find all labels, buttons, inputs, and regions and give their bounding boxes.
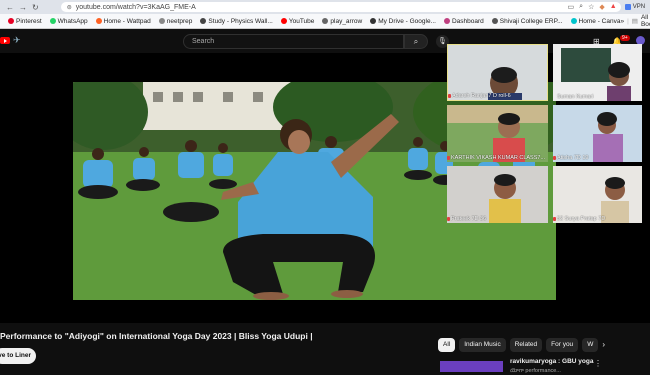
filter-chip[interactable]: Related [509,338,543,352]
install-icon[interactable]: ▭ [568,3,575,11]
all-bookmarks-button[interactable]: All Bookm [641,14,650,28]
bookmark-label: WhatsApp [57,17,88,25]
bookmark-icon [570,18,577,24]
bookmark-icon [95,18,102,24]
bookmark-icon [370,18,377,24]
extension-icon[interactable]: ◆ [599,3,604,11]
bookmark-icon [158,18,165,24]
mic-off-icon [447,217,450,221]
bookmark-item[interactable]: Home - Canva [570,17,621,25]
participant-name: Atisha 7D 19 [557,155,589,161]
related-filter-chips: All Indian Music Related For you W › [438,338,605,352]
divider: | [627,17,629,25]
participant-tile[interactable]: Suman Kumari [553,44,642,101]
bookmark-label: YouTube [288,17,315,25]
youtube-logo[interactable] [0,37,10,44]
bookmark-item[interactable]: Study - Physics Wall... [200,17,273,25]
participant-tile[interactable]: KARTHIK VIKASH KUMAR CLASS7... [447,105,548,162]
vpn-button[interactable]: VPN [624,4,645,10]
back-icon[interactable]: ← [6,3,14,12]
notification-badge: 9+ [620,35,630,41]
bookmark-icon [49,18,56,24]
participant-video [553,105,642,162]
video-title: Performance to "Adiyogi" on Internationa… [0,331,313,341]
bookmark-item[interactable]: play_arrow [322,18,362,25]
search-button[interactable]: ⌕ [404,34,428,49]
bookmark-label: My Drive - Google... [378,17,436,25]
address-bar-row: ← → ↻ ⊜ youtube.com/watch?v=3KaAG_FME-A … [0,0,650,14]
participant-name: 52 Surya Pratap 7D [557,216,606,222]
bookmark-item[interactable]: Dashboard [443,17,484,25]
bookmark-label: Pinterest [16,17,42,25]
search-icon: ⌕ [413,37,419,46]
bookmark-item[interactable]: My Drive - Google... [370,18,436,25]
bookmark-item[interactable]: Shivaji College ERP... [491,17,563,25]
bookmarks-bar-right: » | ▤ All Bookm [620,14,650,28]
nav-buttons: ← → ↻ [0,3,39,12]
mic-off-icon [553,217,556,221]
mic-off-icon [448,94,451,98]
filter-chip[interactable]: For you [546,338,579,352]
filter-chip[interactable]: All [438,338,456,352]
mic-off-icon [447,156,450,160]
mic-off-icon [553,156,556,160]
chevron-right-icon[interactable]: › [602,338,605,352]
bookmark-icon [443,18,450,24]
url-field[interactable]: ⊜ youtube.com/watch?v=3KaAG_FME-A ▭ ⌕ ☆ … [60,2,621,12]
bookmark-label: Dashboard [451,17,484,25]
participant-video [553,166,642,223]
participant-name: Prateek 7D 36 [451,216,487,222]
bookmark-icon [322,18,329,24]
url-actions: ▭ ⌕ ☆ ◆ ▲ [568,3,621,11]
participant-video [447,166,548,223]
bookmark-icon [200,18,207,24]
forward-icon[interactable]: → [19,3,27,12]
brave-shield-icon[interactable]: ▲ [610,3,617,11]
recommendation-title[interactable]: ravikumaryoga : GBU yoga [510,358,593,365]
bookmark-star-icon[interactable]: ☆ [588,3,594,11]
bookmark-icon [280,18,287,24]
vpn-icon [624,4,631,10]
bookmark-label: Study - Physics Wall... [208,17,273,25]
mic-icon: 🎙 [438,38,447,45]
bookmark-icon [8,18,14,24]
participant-tile[interactable]: Atisha 7D 19 [553,105,642,162]
bookmark-item[interactable]: WhatsApp [49,17,88,25]
bookmark-label: neetprep [166,17,193,25]
search-placeholder: Search [192,38,215,45]
participant-video [447,105,548,162]
folder-icon: ▤ [631,18,638,25]
bookmark-item[interactable]: Home - Wattpad [95,17,151,25]
recommendation-thumbnail[interactable] [440,361,503,372]
participant-name: KARTHIK VIKASH KUMAR CLASS7... [451,155,546,161]
site-info-icon[interactable]: ⊜ [67,4,72,11]
bookmark-item[interactable]: neetprep [158,17,193,25]
participant-name: Suman Kumari [557,94,594,100]
participant-tile[interactable]: Adarsh Ranjan7 D roll-6 [447,44,548,101]
participant-tile[interactable]: Prateek 7D 36 [447,166,548,223]
filter-chip[interactable]: Indian Music [459,338,506,352]
meeting-participants-grid: Adarsh Ranjan7 D roll-6 Suman Kumari KAR… [447,44,642,224]
miniplayer-icon[interactable]: ✈ [13,35,25,45]
bookmark-label: Home - Wattpad [103,17,151,25]
bookmark-label: Shivaji College ERP... [499,17,563,25]
bookmark-item[interactable]: YouTube [280,17,315,25]
participant-tile[interactable]: 52 Surya Pratap 7D [553,166,642,223]
search-input[interactable]: Search [183,34,404,49]
bookmark-icon [491,18,498,24]
bookmark-item[interactable]: Pinterest [8,18,42,25]
more-bookmarks-button[interactable]: » [620,18,624,25]
participant-video [553,44,642,101]
more-actions-icon[interactable]: ⋮ [594,359,602,368]
zoom-icon[interactable]: ⌕ [579,3,583,11]
url-text: youtube.com/watch?v=3KaAG_FME-A [75,3,196,11]
reload-icon[interactable]: ↻ [32,3,39,12]
bookmark-label: Home - Canva [578,17,621,25]
participant-name: Adarsh Ranjan7 D roll-6 [452,93,511,99]
bookmarks-bar: Pinterest WhatsApp Home - Wattpad neetprep S… [0,14,650,29]
recommendation-subtitle: యోగా performance... [510,368,561,374]
bookmark-label: play_arrow [330,17,363,25]
save-to-library-button[interactable]: ve to Liner [0,348,36,364]
filter-chip[interactable]: W [582,338,599,352]
